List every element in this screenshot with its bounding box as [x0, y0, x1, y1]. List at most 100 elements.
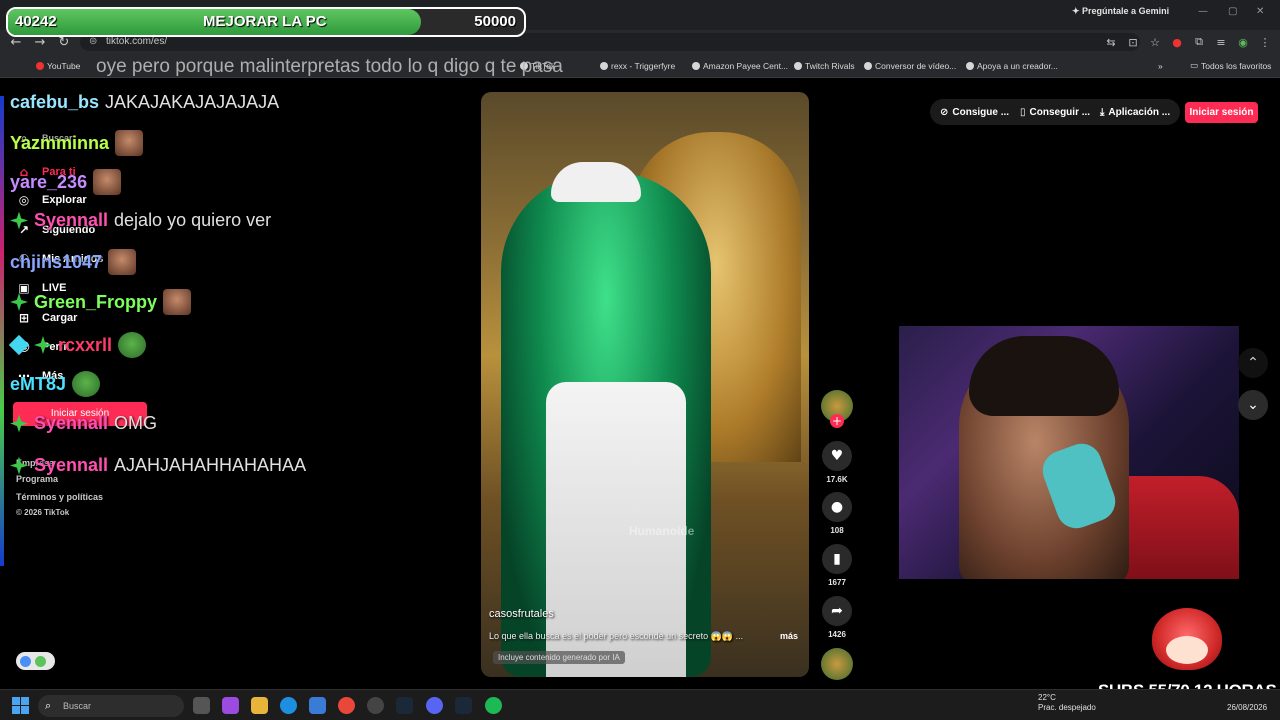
top-button-label: Consigue ...: [952, 106, 1010, 118]
get-app-button[interactable]: ▯ Conseguir ...: [1020, 101, 1090, 123]
goal-current: 40242: [15, 13, 57, 30]
gemini-label: Pregúntale a Gemini: [1082, 6, 1170, 16]
stream-overlay-title: oye pero porque malinterpretas todo lo q…: [96, 56, 563, 77]
edge-icon[interactable]: [280, 697, 297, 714]
chat-message: yare_236: [10, 169, 122, 195]
extensions-icon[interactable]: ⧉: [1192, 35, 1206, 49]
sparkle-badge-icon: [10, 211, 28, 230]
bookmark-twitch-rivals[interactable]: Twitch Rivals: [794, 61, 855, 71]
video-more-button[interactable]: más: [780, 631, 798, 641]
chat-user: Yazmminna: [10, 132, 110, 153]
bookmarks-overflow-icon[interactable]: »: [1158, 61, 1163, 71]
chat-user: rcxxrll: [58, 334, 113, 355]
all-bookmarks[interactable]: ▭ Todos los favoritos: [1190, 61, 1271, 71]
goal-target: 50000: [474, 13, 516, 30]
mascot-face: [1166, 636, 1208, 664]
video-watermark: Humanoide: [629, 524, 695, 538]
profile-avatar-icon[interactable]: ◉: [1236, 35, 1250, 49]
weather-desc: Prac. despejado: [1038, 703, 1096, 712]
chat-message: chjins1047: [10, 249, 137, 275]
obs-icon[interactable]: [367, 697, 384, 714]
get-coins-button[interactable]: ⊘ Consigue ...: [940, 101, 1009, 123]
taskbar-search[interactable]: ⌕ Buscar: [38, 695, 184, 717]
weather-widget[interactable]: 22°C Prac. despejado: [1038, 693, 1096, 713]
chat-message: Syennall OMG: [10, 413, 157, 434]
previous-video-icon[interactable]: ⌃: [1238, 348, 1268, 378]
bookmark-label: Apoya a un creador...: [977, 61, 1058, 71]
phone-icon: ▯: [1020, 106, 1026, 118]
comment-count: 108: [830, 526, 844, 535]
goal-label: MEJORAR LA PC: [203, 13, 327, 30]
comment-button[interactable]: ● 108: [818, 492, 856, 535]
chat-user: Syennall: [34, 455, 109, 475]
translate-icon[interactable]: ⇆: [1104, 35, 1118, 49]
follow-plus-icon[interactable]: +: [830, 414, 844, 428]
bookmark-label: Todos los favoritos: [1201, 61, 1272, 71]
top-button-label: Aplicación ...: [1108, 106, 1171, 118]
sidebar-item-label: Explorar: [42, 194, 87, 206]
creator-avatar[interactable]: +: [818, 390, 856, 428]
chat-user: Syennall: [34, 413, 109, 433]
heart-icon: ♥: [822, 441, 852, 471]
gemini-button[interactable]: ✦ Pregúntale a Gemini: [1072, 6, 1169, 17]
top-button-label: Conseguir ...: [1029, 106, 1091, 118]
desktop-app-button[interactable]: ⤓ Aplicación ...: [1100, 101, 1170, 123]
file-explorer-icon[interactable]: [251, 697, 268, 714]
taskbar-search-label: Buscar: [63, 701, 92, 711]
media-icon[interactable]: ≡: [1214, 35, 1228, 49]
start-icon[interactable]: [12, 697, 29, 714]
overlay-mini-toggle[interactable]: [16, 652, 55, 670]
extension-icon[interactable]: ●: [1170, 35, 1184, 49]
menu-icon[interactable]: ⋮: [1258, 35, 1272, 49]
bookmark-icon: ▮: [822, 544, 852, 574]
ai-content-label: Incluye contenido generado por IA: [493, 651, 625, 664]
share-button[interactable]: ➦ 1426: [818, 596, 856, 639]
chat-message: rcxxrll: [8, 332, 147, 358]
top-login-button[interactable]: Iniciar sesión: [1185, 102, 1258, 123]
chrome-icon[interactable]: [338, 697, 355, 714]
green-dot-icon: [35, 655, 46, 667]
chat-text: dejalo yo quiero ver: [114, 210, 272, 230]
footer-terms[interactable]: Términos y políticas: [16, 492, 103, 502]
bookmark-youtube[interactable]: YouTube: [36, 61, 80, 71]
emote-face-icon: [115, 130, 144, 156]
toolbar-actions: ⇆ ⊡ ☆ ● ⧉ ≡ ◉ ⋮: [1104, 30, 1272, 54]
sparkle-badge-icon: [10, 414, 28, 433]
save-button[interactable]: ▮ 1677: [818, 544, 856, 587]
chat-text: AJAHJAHAHHAHAHAA: [114, 455, 307, 475]
page-icon: [600, 62, 608, 70]
bookmark-amazon[interactable]: Amazon Payee Cent...: [692, 61, 788, 71]
url-text: tiktok.com/es/: [106, 36, 168, 47]
emote-pepe-icon: [118, 332, 147, 358]
bookmark-apoya[interactable]: Apoya a un creador...: [966, 61, 1058, 71]
mascot-image: [1152, 608, 1222, 670]
share-icon: ➦: [822, 596, 852, 626]
discord-icon[interactable]: [426, 697, 443, 714]
task-view-icon[interactable]: [193, 697, 210, 714]
webcam-hair: [969, 336, 1119, 416]
copilot-icon[interactable]: [222, 697, 239, 714]
minimize-icon[interactable]: —: [1198, 6, 1208, 17]
maximize-icon[interactable]: ▢: [1228, 6, 1237, 17]
video-author[interactable]: casosfrutales: [489, 608, 554, 620]
bookmark-star-icon[interactable]: ☆: [1148, 35, 1162, 49]
like-button[interactable]: ♥ 17.6K: [818, 441, 856, 484]
video-player[interactable]: Humanoide: [481, 92, 809, 677]
sparkle-badge-icon: [10, 456, 28, 475]
install-icon[interactable]: ⊡: [1126, 35, 1140, 49]
emote-face-icon: [108, 249, 137, 275]
steam-alt-icon[interactable]: [455, 697, 472, 714]
store-icon[interactable]: [309, 697, 326, 714]
bookmark-triggerfyre[interactable]: rexx - Triggerfyre: [600, 61, 675, 71]
bookmark-label: Amazon Payee Cent...: [703, 61, 789, 71]
music-disc[interactable]: [818, 648, 856, 680]
spotify-icon[interactable]: [485, 697, 502, 714]
next-video-icon[interactable]: ⌄: [1238, 390, 1268, 420]
bookmark-conversor[interactable]: Conversor de vídeo...: [864, 61, 956, 71]
steam-icon[interactable]: [396, 697, 413, 714]
close-icon[interactable]: ✕: [1256, 6, 1264, 17]
goal-bar: 40242 MEJORAR LA PC 50000: [6, 7, 526, 37]
screen: ✦ Pregúntale a Gemini — ▢ ✕ ← → ↻ ⊜ tikt…: [0, 0, 1280, 720]
search-icon: ⌕: [45, 699, 52, 712]
taskbar-date: 26/08/2026: [1227, 703, 1268, 712]
